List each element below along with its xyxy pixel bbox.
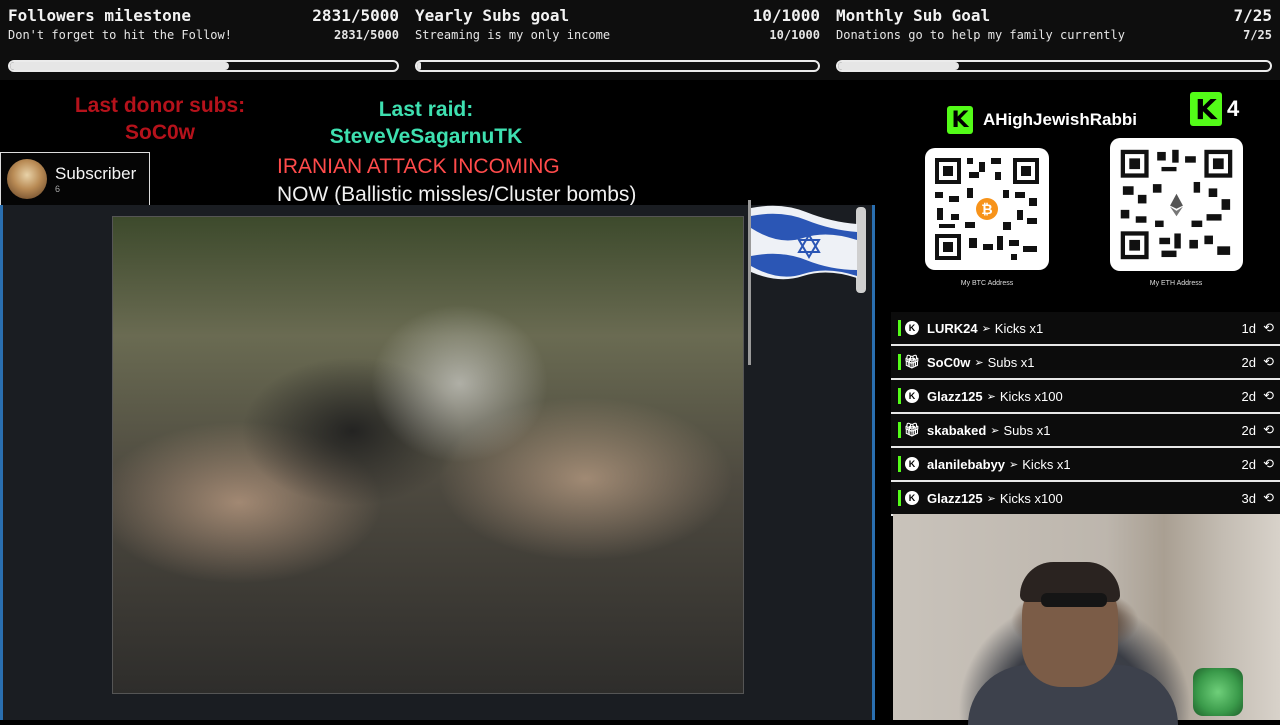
- goal-subtitle: Don't forget to hit the Follow!: [8, 28, 232, 42]
- event-time: 2d: [1241, 422, 1256, 438]
- replay-icon[interactable]: ⟲: [1263, 388, 1274, 404]
- subscriber-box: Subscriber 6: [0, 152, 150, 206]
- event-row: K LURK24 ➢ Kicks x1 1d ⟲: [891, 312, 1280, 346]
- kick-logo-icon: K: [947, 106, 973, 134]
- last-donor-block: Last donor subs: SoC0w: [40, 92, 280, 146]
- arrow-icon: ➢: [1009, 458, 1019, 471]
- replay-icon[interactable]: ⟲: [1263, 422, 1274, 438]
- event-accent: [898, 456, 901, 472]
- event-kind: Kicks x100: [999, 388, 1063, 404]
- event-user: alanilebabyy: [927, 456, 1006, 472]
- event-kind: Subs x1: [987, 354, 1035, 370]
- kick-icon: K: [905, 321, 919, 335]
- last-raid-label: Last raid:: [378, 98, 474, 121]
- goal-subcount: 7/25: [1243, 28, 1272, 42]
- goal-progress-bar: [415, 60, 820, 72]
- event-accent: [898, 490, 901, 506]
- goal-progress-fill: [838, 62, 959, 70]
- event-feed: K LURK24 ➢ Kicks x1 1d ⟲ 🎁︎ SoC0w ➢ Subs…: [891, 312, 1280, 516]
- event-kind: Kicks x1: [994, 320, 1044, 336]
- video-player[interactable]: [112, 216, 744, 694]
- kick-icon: K: [905, 491, 919, 505]
- arrow-icon: ➢: [990, 424, 1000, 437]
- arrow-icon: ➢: [986, 390, 996, 403]
- gift-icon: 🎁︎: [903, 354, 921, 369]
- event-time: 3d: [1241, 490, 1256, 506]
- avatar: [7, 159, 47, 199]
- event-user: Glazz125: [927, 388, 983, 404]
- replay-icon[interactable]: ⟲: [1263, 320, 1274, 336]
- event-accent: [898, 320, 901, 336]
- last-donor-name: SoC0w: [124, 121, 195, 144]
- arrow-icon: ➢: [974, 356, 984, 369]
- goal-count: 10/1000: [752, 6, 820, 25]
- goal-subtitle: Streaming is my only income: [415, 28, 611, 42]
- event-user: skabaked: [927, 422, 987, 438]
- channel-name: AHighJewishRabbi: [983, 110, 1137, 129]
- event-row: 🎁︎ SoC0w ➢ Subs x1 2d ⟲: [891, 346, 1280, 380]
- event-user: SoC0w: [927, 354, 971, 370]
- arrow-icon: ➢: [981, 322, 991, 335]
- event-kind: Kicks x100: [999, 490, 1063, 506]
- subscriber-count: 6: [55, 184, 61, 194]
- goal-title: Followers milestone: [8, 6, 192, 25]
- goal-progress-fill: [10, 62, 230, 70]
- event-accent: [898, 388, 901, 404]
- replay-icon[interactable]: ⟲: [1263, 456, 1274, 472]
- goal-monthly-subs: Monthly Sub Goal 7/25 Donations go to hel…: [828, 0, 1280, 80]
- event-time: 2d: [1241, 456, 1256, 472]
- kick-count-logo-icon: K: [1190, 92, 1222, 126]
- goal-followers: Followers milestone 2831/5000 Don't forge…: [0, 0, 407, 80]
- replay-icon[interactable]: ⟲: [1263, 354, 1274, 370]
- event-kind: Subs x1: [1003, 422, 1051, 438]
- goal-subcount: 2831/5000: [333, 28, 399, 42]
- btc-qr-code[interactable]: ₿: [925, 148, 1049, 270]
- subscriber-label: Subscriber: [55, 164, 137, 183]
- svg-text:₿: ₿: [981, 202, 992, 218]
- kick-icon: K: [905, 457, 919, 471]
- alert-line-2: NOW (Ballistic missles/Cluster bombs): [277, 183, 637, 206]
- goal-count: 7/25: [1233, 6, 1272, 25]
- goal-subcount: 10/1000: [769, 28, 820, 42]
- event-accent: [898, 422, 901, 438]
- eth-qr-code[interactable]: [1110, 138, 1243, 271]
- goal-title: Monthly Sub Goal: [836, 6, 991, 25]
- sunglasses: [1041, 593, 1107, 607]
- event-time: 2d: [1241, 354, 1256, 370]
- btc-caption: My BTC Address: [960, 280, 1014, 287]
- event-time: 1d: [1241, 320, 1256, 336]
- event-row: K Glazz125 ➢ Kicks x100 3d ⟲: [891, 482, 1280, 516]
- israel-flag-icon: [751, 205, 857, 280]
- last-donor-label: Last donor subs:: [74, 94, 246, 117]
- goal-progress-bar: [836, 60, 1272, 72]
- last-raid-name: SteveVeSagarnuTK: [329, 125, 523, 148]
- last-raid-block: Last raid: SteveVeSagarnuTK: [296, 96, 556, 150]
- plant-pot: [1193, 668, 1243, 716]
- arrow-icon: ➢: [986, 492, 996, 505]
- kick-icon: K: [905, 389, 919, 403]
- gift-icon: 🎁︎: [903, 422, 921, 437]
- scrollbar-thumb[interactable]: [856, 207, 866, 293]
- kick-count: 4: [1227, 96, 1240, 121]
- event-kind: Kicks x1: [1022, 456, 1071, 472]
- goal-yearly-subs: Yearly Subs goal 10/1000 Streaming is my …: [407, 0, 828, 80]
- eth-caption: My ETH Address: [1149, 280, 1203, 287]
- event-row: K alanilebabyy ➢ Kicks x1 2d ⟲: [891, 448, 1280, 482]
- event-row: K Glazz125 ➢ Kicks x100 2d ⟲: [891, 380, 1280, 414]
- alert-line-1: IRANIAN ATTACK INCOMING: [277, 155, 560, 178]
- goal-count: 2831/5000: [312, 6, 399, 25]
- event-time: 2d: [1241, 388, 1256, 404]
- event-user: LURK24: [927, 320, 978, 336]
- event-accent: [898, 354, 901, 370]
- goal-progress-fill: [417, 62, 421, 70]
- replay-icon[interactable]: ⟲: [1263, 490, 1274, 506]
- event-row: 🎁︎ skabaked ➢ Subs x1 2d ⟲: [891, 414, 1280, 448]
- goal-title: Yearly Subs goal: [415, 6, 570, 25]
- goal-subtitle: Donations go to help my family currently: [836, 28, 1125, 42]
- goal-progress-bar: [8, 60, 399, 72]
- event-user: Glazz125: [927, 490, 983, 506]
